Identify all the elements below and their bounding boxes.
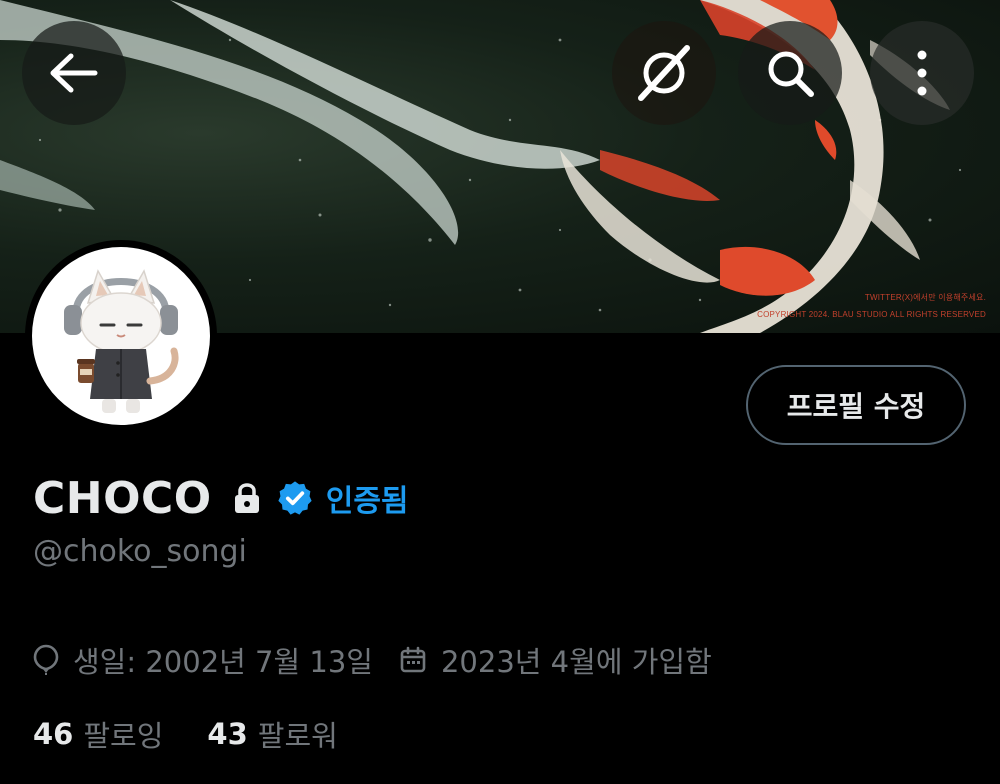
profile-name-row: CHOCO 인증됨 [33,470,409,526]
birthday-item: 생일: 2002년 7월 13일 [33,639,373,681]
followers-link[interactable]: 43 팔로워 [207,713,337,755]
edit-profile-button[interactable]: 프로필 수정 [746,365,966,445]
verified-label[interactable]: 인증됨 [326,476,409,520]
lock-icon [232,481,262,515]
following-label: 팔로잉 [83,719,164,753]
avatar-image [32,247,210,425]
search-icon [768,51,814,97]
calendar-icon [399,646,427,674]
joined-text: 2023년 4월에 가입함 [440,645,712,679]
profile-avatar[interactable] [25,240,217,432]
cat-character-icon [64,269,179,413]
search-button[interactable] [738,21,842,125]
banner-copyright-line1: TWITTER(X)에서만 이용해주세요. [864,293,986,302]
following-link[interactable]: 46 팔로잉 [33,713,163,755]
follow-stats: 46 팔로잉 43 팔로워 [33,712,338,756]
followers-label: 팔로워 [257,719,338,753]
display-name: CHOCO [33,472,212,524]
back-button[interactable] [22,21,126,125]
birthday-text: 생일: 2002년 7월 13일 [73,645,373,679]
balloon-icon [33,644,59,676]
verified-badge-icon[interactable] [276,479,314,517]
banner-copyright-line2: COPYRIGHT 2024. BLAU STUDIO ALL RIGHTS R… [757,310,986,319]
profile-page: TWITTER(X)에서만 이용해주세요. COPYRIGHT 2024. BL… [0,0,1000,784]
arrow-left-icon [50,53,98,93]
following-count: 46 [33,717,74,751]
more-options-button[interactable] [870,21,974,125]
grok-button[interactable] [612,21,716,125]
grok-icon [638,45,690,101]
joined-item: 2023년 4월에 가입함 [399,639,712,681]
more-vertical-icon [917,50,927,96]
profile-meta-row: 생일: 2002년 7월 13일 2023년 4월에 가입함 [33,640,712,680]
followers-count: 43 [207,717,248,751]
user-handle: @choko_songi [33,534,247,569]
